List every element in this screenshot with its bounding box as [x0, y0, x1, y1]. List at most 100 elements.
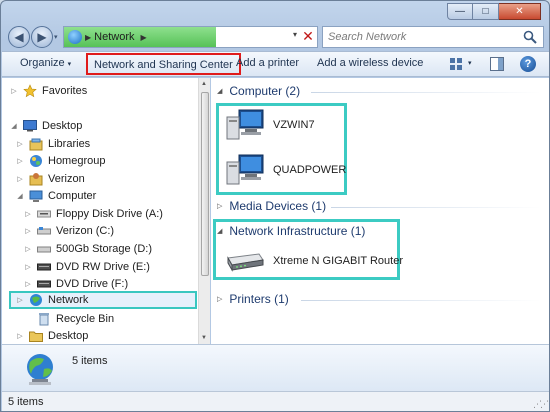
sidebar-item-libraries[interactable]: ▷ Libraries — [16, 135, 212, 153]
expand-arrow-icon[interactable]: ▷ — [24, 263, 32, 271]
scroll-down-icon[interactable]: ▼ — [201, 335, 207, 341]
back-button[interactable]: ◀ — [8, 26, 30, 48]
expand-arrow-icon[interactable]: ▷ — [10, 87, 18, 95]
libraries-icon — [28, 137, 44, 151]
address-bar[interactable]: ▶ Network ▶ ▾ — [63, 26, 318, 48]
drive-icon — [36, 224, 52, 238]
sidebar-item-label: Favorites — [42, 85, 88, 97]
floppy-icon — [36, 207, 52, 221]
group-header-printers[interactable]: ▷ Printers (1) — [217, 292, 289, 306]
expand-arrow-icon[interactable]: ▷ — [217, 202, 222, 210]
sidebar-item-desktop[interactable]: ◢ Desktop — [10, 117, 206, 135]
group-label: Media Devices (1) — [229, 199, 327, 213]
network-and-sharing-center-button[interactable]: Network and Sharing Center — [86, 53, 241, 75]
add-wireless-device-button[interactable]: Add a wireless device — [317, 57, 423, 69]
stop-button[interactable]: ✕ — [299, 27, 317, 45]
item-label: VZWIN7 — [273, 119, 315, 131]
minimize-button[interactable]: — — [447, 3, 473, 20]
sidebar-item-label: Libraries — [48, 138, 91, 150]
group-header-network-infrastructure[interactable]: ◢ Network Infrastructure (1) — [217, 224, 365, 238]
sidebar-item-label: DVD RW Drive (E:) — [56, 261, 150, 273]
network-globe-icon — [27, 354, 53, 385]
group-divider — [301, 300, 541, 301]
list-item-quadpower[interactable]: QUADPOWER — [225, 152, 346, 188]
collapse-arrow-icon[interactable]: ◢ — [217, 227, 222, 235]
search-icon[interactable] — [523, 30, 537, 44]
folder-icon — [28, 329, 44, 343]
group-header-media-devices[interactable]: ▷ Media Devices (1) — [217, 199, 326, 213]
breadcrumb-separator-icon[interactable]: ▶ — [85, 33, 91, 42]
sidebar-item-homegroup[interactable]: ▷ Homegroup — [16, 152, 212, 170]
sidebar-item-desktop-folder[interactable]: ▷ Desktop — [16, 327, 212, 345]
expand-arrow-icon[interactable]: ▷ — [24, 280, 32, 288]
expand-arrow-icon[interactable]: ▷ — [24, 210, 32, 218]
list-item-vzwin7[interactable]: VZWIN7 — [225, 107, 315, 143]
sidebar-item-favorites[interactable]: ▷ Favorites — [10, 82, 206, 100]
recycle-bin-icon — [36, 312, 52, 326]
breadcrumb-chevron-icon[interactable]: ▶ — [141, 33, 147, 42]
collapse-arrow-icon[interactable]: ◢ — [16, 192, 24, 200]
group-header-computer[interactable]: ◢ Computer (2) — [217, 84, 300, 98]
sidebar-item-drive-c[interactable]: ▷ Verizon (C:) — [24, 222, 220, 240]
star-icon — [22, 84, 38, 98]
organize-menu[interactable]: Organize ▾ — [20, 57, 71, 69]
sidebar-item-recycle-bin[interactable]: Recycle Bin — [24, 310, 220, 328]
item-count: 5 items — [72, 355, 108, 367]
network-icon — [68, 30, 82, 44]
sidebar-item-label: 500Gb Storage (D:) — [56, 243, 152, 255]
expand-arrow-icon[interactable]: ▷ — [16, 332, 24, 340]
sidebar-item-label: Recycle Bin — [56, 313, 115, 325]
network-icon — [28, 293, 44, 307]
sidebar-item-label: DVD Drive (F:) — [56, 278, 129, 290]
view-options-chevron-icon[interactable]: ▾ — [468, 59, 472, 67]
collapse-arrow-icon[interactable]: ◢ — [10, 122, 18, 130]
maximize-button[interactable]: □ — [473, 3, 499, 20]
expand-arrow-icon[interactable]: ▷ — [16, 175, 24, 183]
resize-grip-icon[interactable]: ⋰⋰ — [533, 399, 549, 410]
expand-arrow-icon[interactable]: ▷ — [16, 296, 24, 304]
search-input[interactable] — [328, 31, 518, 43]
help-button[interactable]: ? — [520, 56, 536, 72]
address-dropdown-icon[interactable]: ▾ — [293, 30, 297, 39]
sidebar-item-floppy-drive[interactable]: ▷ Floppy Disk Drive (A:) — [24, 205, 220, 223]
group-label: Computer (2) — [229, 84, 301, 98]
expand-arrow-icon[interactable]: ▷ — [16, 157, 24, 165]
expand-arrow-icon[interactable]: ▷ — [217, 295, 222, 303]
group-label: Network Infrastructure (1) — [229, 224, 366, 238]
drive-icon — [36, 242, 52, 256]
forward-button[interactable]: ▶ — [31, 26, 53, 48]
computer-icon — [226, 109, 264, 140]
expand-arrow-icon[interactable]: ▷ — [24, 227, 32, 235]
navigation-scrollbar[interactable]: ▲ ▼ — [198, 78, 210, 344]
recent-pages-dropdown[interactable]: ▾ — [54, 33, 58, 41]
status-bar: 5 items ⋰⋰ — [2, 391, 549, 411]
scrollbar-thumb[interactable] — [201, 92, 209, 276]
change-view-icon[interactable] — [449, 57, 463, 71]
close-button[interactable]: ✕ — [499, 3, 541, 20]
scroll-up-icon[interactable]: ▲ — [201, 81, 207, 87]
collapse-arrow-icon[interactable]: ◢ — [217, 87, 222, 95]
sidebar-item-drive-e[interactable]: ▷ DVD RW Drive (E:) — [24, 258, 220, 276]
item-label: Xtreme N GIGABIT Router — [273, 255, 404, 267]
details-pane: 5 items — [2, 344, 549, 391]
sidebar-item-computer[interactable]: ◢ Computer — [16, 187, 212, 205]
add-printer-button[interactable]: Add a printer — [236, 57, 299, 69]
expand-arrow-icon[interactable]: ▷ — [16, 140, 24, 148]
computer-icon — [28, 189, 44, 203]
sidebar-item-drive-d[interactable]: ▷ 500Gb Storage (D:) — [24, 240, 220, 258]
sidebar-item-verizon[interactable]: ▷ Verizon — [16, 170, 212, 188]
dvd-icon — [36, 260, 52, 274]
sidebar-item-network[interactable]: ▷ Network — [9, 291, 197, 309]
breadcrumb-network[interactable]: Network — [94, 31, 134, 43]
computer-icon — [226, 154, 264, 185]
preview-pane-icon[interactable] — [490, 57, 504, 71]
explorer-window: — □ ✕ ◀ ▶ ▾ ▶ Network ▶ ▾ ✕ Organize▾ — [0, 0, 550, 412]
navigation-bar: ◀ ▶ ▾ ▶ Network ▶ ▾ ✕ — [1, 23, 549, 51]
content-pane: ◢ Computer (2) VZWIN7 QUADPOWER ▷ Media … — [211, 78, 549, 344]
sidebar-item-label: Desktop — [48, 330, 89, 342]
expand-arrow-icon[interactable]: ▷ — [24, 245, 32, 253]
group-divider — [311, 92, 541, 93]
list-item-router[interactable]: Xtreme N GIGABIT Router — [225, 248, 403, 274]
window-controls: — □ ✕ — [447, 3, 541, 20]
sidebar-item-label: Homegroup — [48, 155, 106, 167]
